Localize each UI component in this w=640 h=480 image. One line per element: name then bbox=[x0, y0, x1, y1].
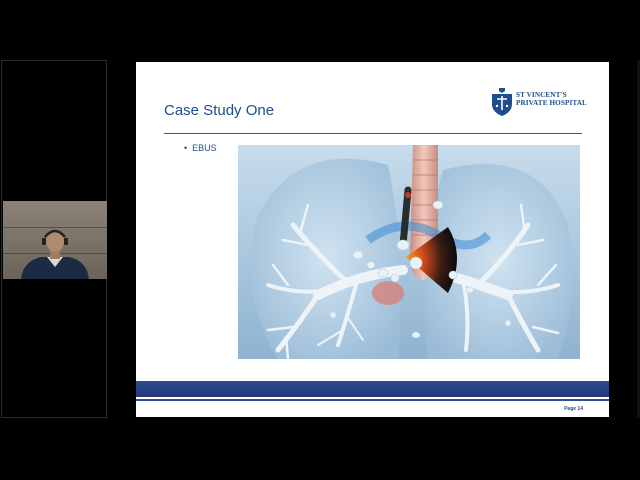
hospital-name-line1: ST VINCENT'S bbox=[516, 91, 567, 99]
hospital-name: ST VINCENT'S PRIVATE HOSPITAL bbox=[516, 91, 587, 107]
participant-video-strip bbox=[1, 60, 107, 418]
presenter-silhouette bbox=[21, 229, 89, 279]
bronchoscope bbox=[399, 186, 412, 249]
lymph-node-highlight bbox=[372, 281, 404, 305]
scope-tip-light bbox=[405, 192, 411, 198]
title-divider bbox=[164, 133, 582, 134]
ebus-illustration bbox=[238, 145, 580, 359]
participant-video-feed[interactable] bbox=[3, 201, 107, 279]
slide-title: Case Study One bbox=[164, 102, 275, 119]
footer-band bbox=[136, 381, 609, 397]
crest-icon bbox=[492, 88, 512, 116]
presentation-slide: Case Study One ST VINCENT'S PRIVATE HOSP… bbox=[136, 62, 609, 417]
page-number: Page 14 bbox=[564, 406, 583, 412]
bullet-text: EBUS bbox=[192, 143, 217, 153]
footer-rule bbox=[136, 399, 609, 401]
bullet-item: • EBUS bbox=[184, 143, 217, 153]
hospital-name-line2: PRIVATE HOSPITAL bbox=[516, 99, 587, 107]
hospital-logo: ST VINCENT'S PRIVATE HOSPITAL bbox=[490, 86, 590, 120]
bullet-dot: • bbox=[184, 143, 188, 153]
